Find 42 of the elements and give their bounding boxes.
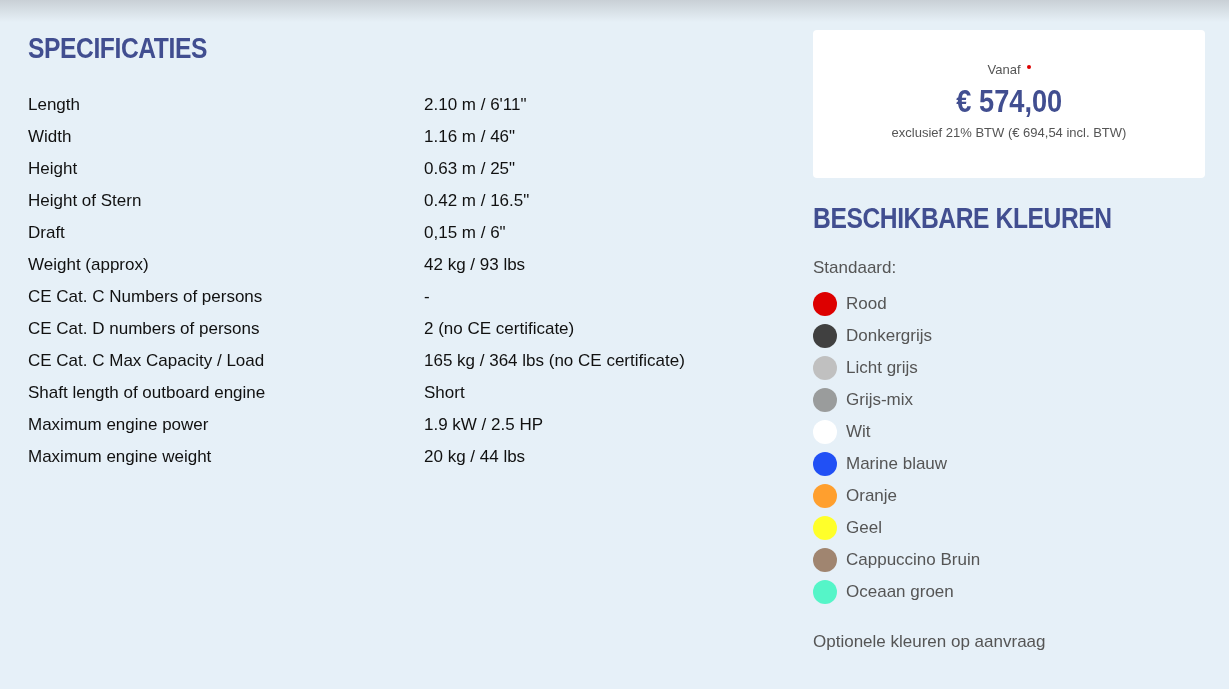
color-subtitle: Standaard: (813, 258, 898, 279)
spec-label: Weight (approx) (28, 255, 150, 275)
color-name: Geel (846, 518, 882, 538)
spec-label: Maximum engine power (28, 415, 210, 435)
spec-value: 0,15 m / 6" (424, 223, 506, 243)
spec-label: Shaft length of outboard engine (28, 383, 267, 403)
price-note: exclusief 21% BTW (€ 694,54 incl. BTW) (890, 125, 1128, 140)
spec-value: 0.63 m / 25" (424, 159, 516, 179)
spec-value: 1.9 kW / 2.5 HP (424, 415, 544, 435)
spec-label: Width (28, 127, 73, 147)
color-name: Licht grijs (846, 358, 918, 378)
color-name: Marine blauw (846, 454, 948, 474)
color-name: Wit (846, 422, 871, 442)
spec-label: Length (28, 95, 81, 115)
color-name: Rood (846, 294, 887, 314)
spec-value: 2.10 m / 6'11" (424, 95, 527, 115)
spec-value: 42 kg / 93 lbs (424, 255, 526, 275)
price: € 574,00 (956, 82, 1062, 121)
spec-value: - (424, 287, 430, 307)
spec-value: 2 (no CE certificate) (424, 319, 575, 339)
spec-label: CE Cat. D numbers of persons (28, 319, 261, 339)
price-label: Vanaf (987, 62, 1021, 77)
spec-label: CE Cat. C Numbers of persons (28, 287, 264, 307)
section-heading: BESCHIKBARE KLEUREN (813, 201, 1112, 236)
spec-label: Height of Stern (28, 191, 143, 211)
color-name: Oranje (846, 486, 898, 506)
color-name: Donkergrijs (846, 326, 932, 346)
spec-value: Short (424, 383, 465, 403)
spec-label: Maximum engine weight (28, 447, 213, 467)
dot-icon (1026, 65, 1031, 69)
footnote: Optionele kleuren op aanvraag (813, 632, 1047, 652)
color-name: Grijs-mix (846, 390, 914, 410)
spec-value: 165 kg / 364 lbs (no CE certificate) (424, 351, 685, 371)
color-name: Oceaan groen (846, 582, 954, 602)
spec-label: Height (28, 159, 79, 179)
spec-label: Draft (28, 223, 66, 243)
spec-value: 20 kg / 44 lbs (424, 447, 526, 467)
spec-value: 0.42 m / 16.5" (424, 191, 530, 211)
spec-label: CE Cat. C Max Capacity / Load (28, 351, 266, 371)
spec-value: 1.16 m / 46" (424, 127, 516, 147)
section-heading: SPECIFICATIES (28, 31, 207, 66)
color-name: Cappuccino Bruin (846, 550, 981, 570)
